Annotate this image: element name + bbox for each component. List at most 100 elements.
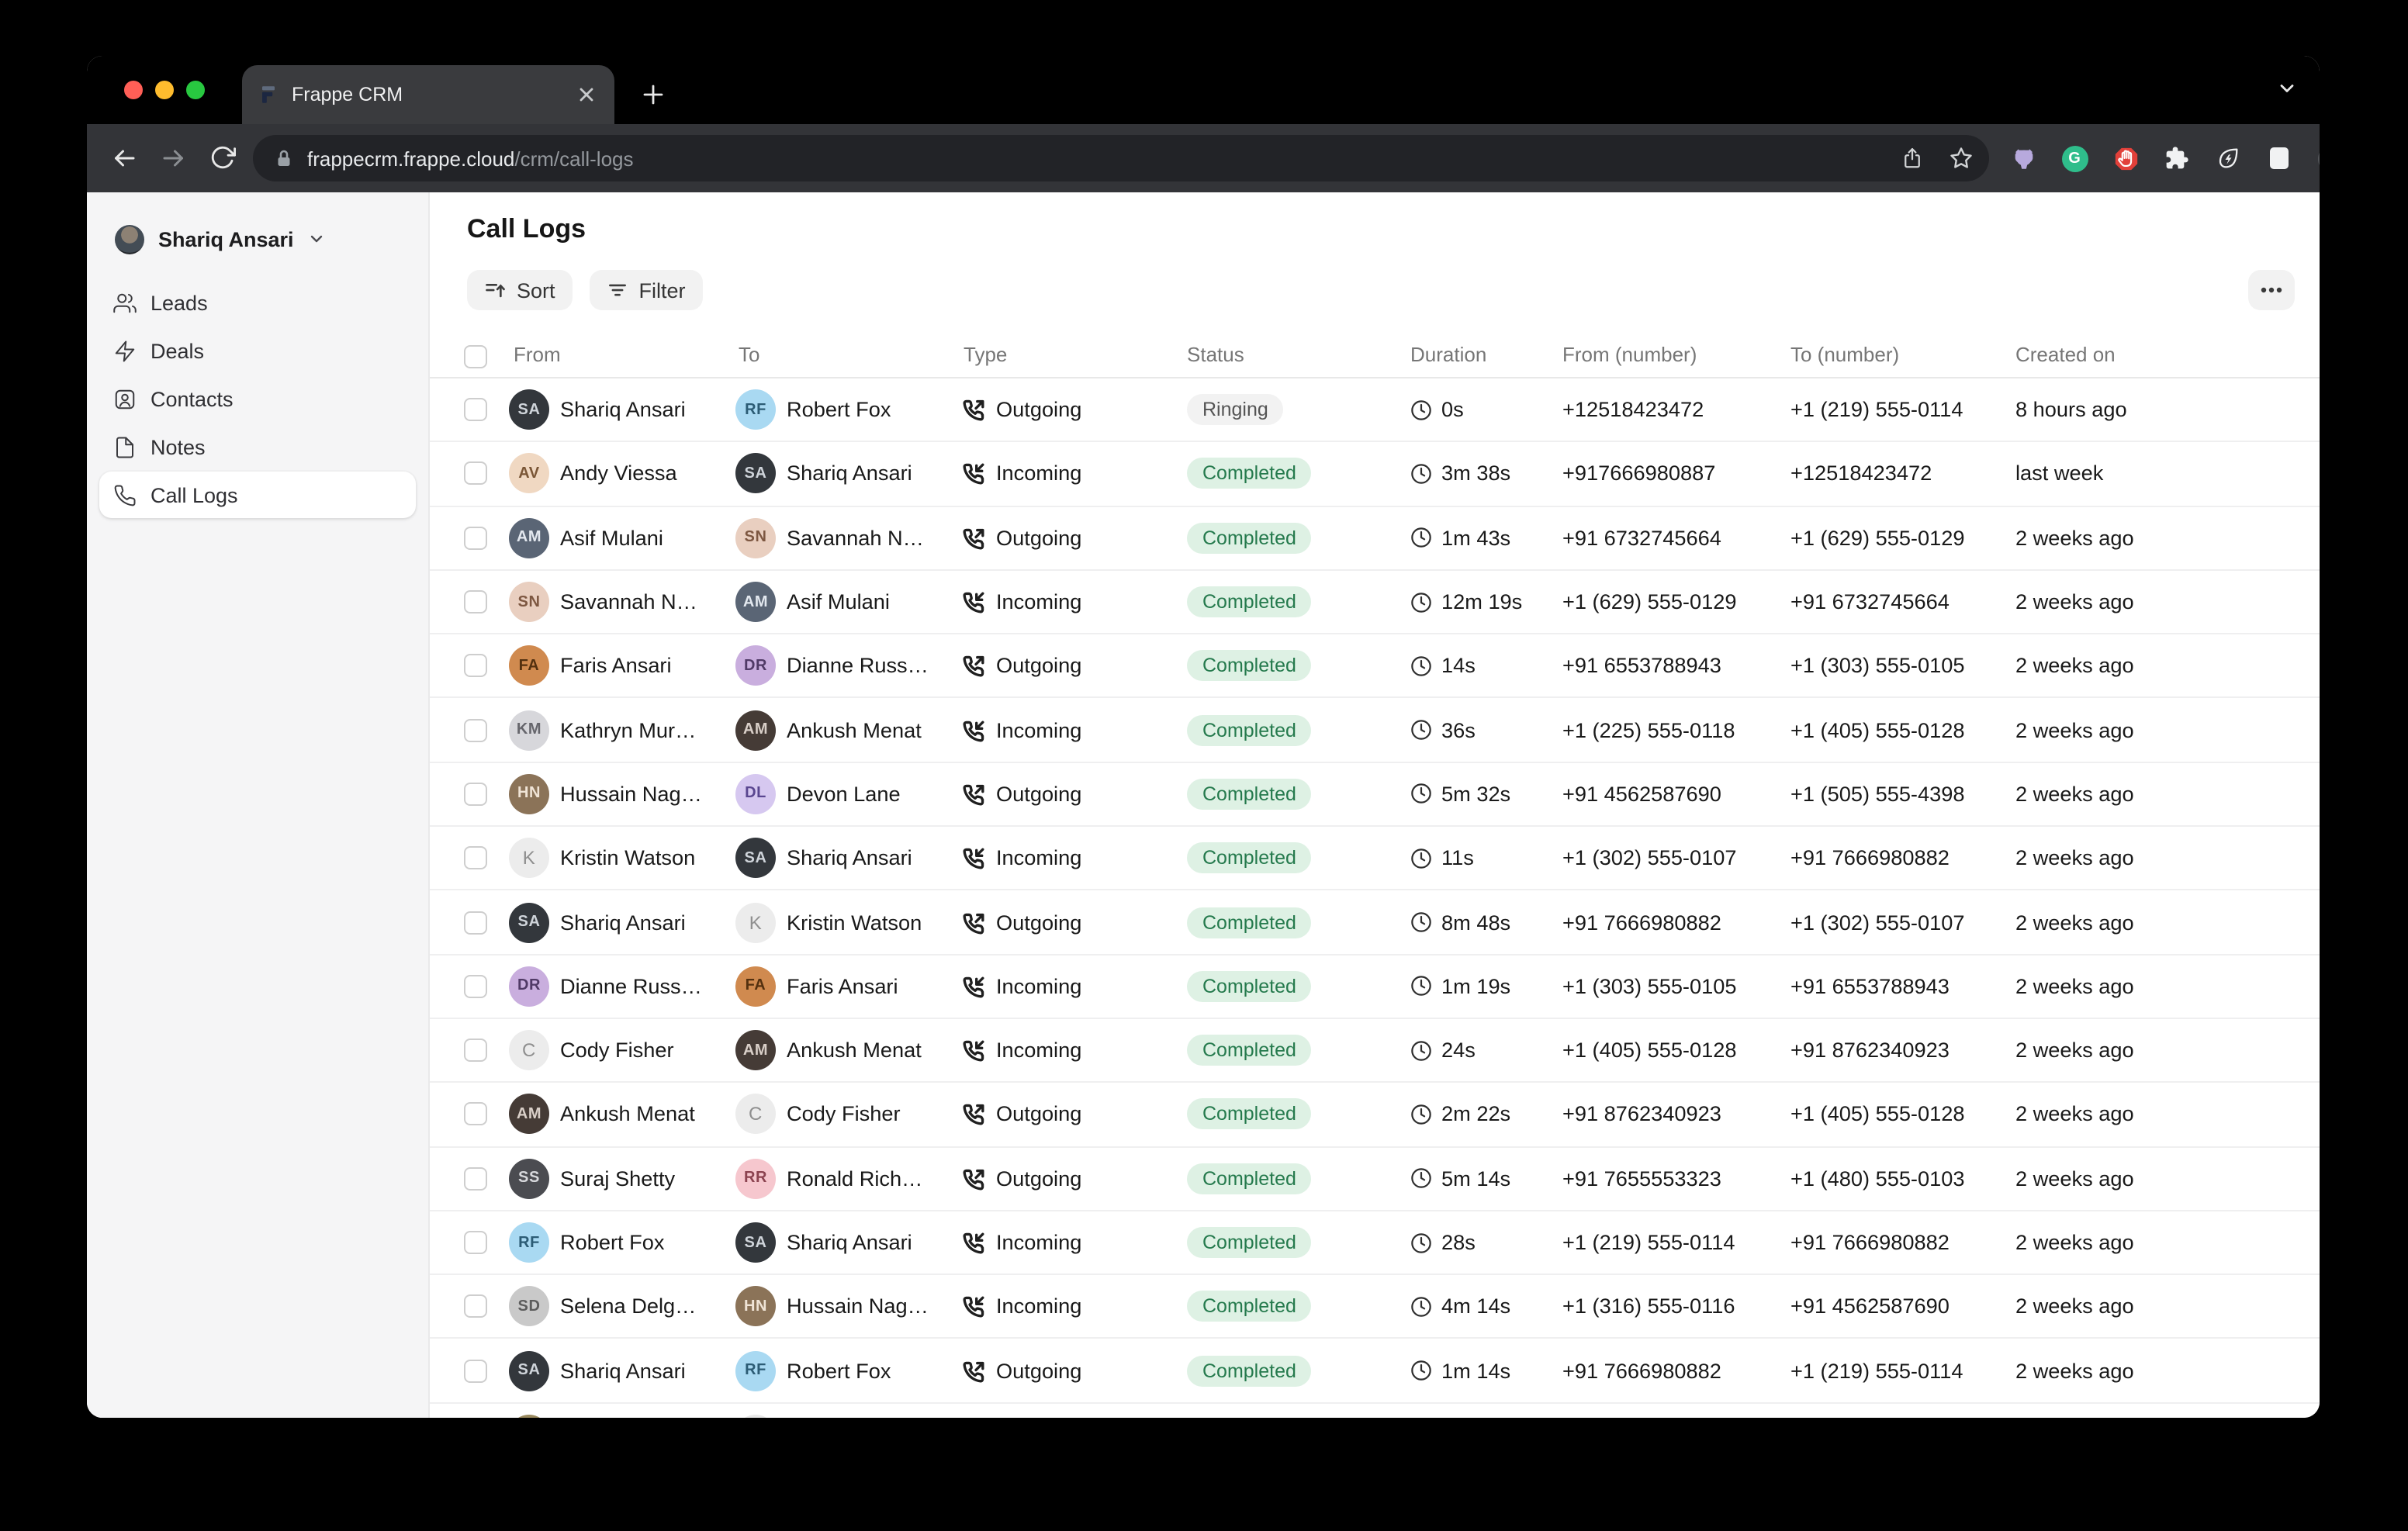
back-icon[interactable] [110,144,138,172]
row-checkbox[interactable] [464,1039,487,1062]
reload-icon[interactable] [209,144,237,172]
to-avatar: HN [735,1287,776,1327]
sidebar-item-deals[interactable]: Deals [99,327,416,374]
table-row[interactable]: AV Andy Viessa SA Shariq Ansari Incoming… [430,443,2320,507]
created-on: 2 weeks ago [2015,718,2134,741]
to-name: Ankush Menat [787,718,922,741]
profile-avatar[interactable] [2315,143,2320,174]
tab-title: Frappe CRM [292,84,562,105]
clock-icon [1410,399,1432,420]
to-number: +1 (303) 555-0105 [1790,655,1965,678]
browser-tab[interactable]: Frappe CRM [242,65,614,124]
row-checkbox[interactable] [464,526,487,549]
to-number: +1 (405) 555-0128 [1790,718,1965,741]
row-checkbox[interactable] [464,846,487,869]
call-duration: 14s [1410,655,1476,678]
table-row[interactable]: SA Shariq Ansari RF Robert Fox Outgoing … [430,378,2320,443]
from-name: Andy Viessa [560,462,677,486]
table-row[interactable]: AM Ankush Menat C Cody Fisher Outgoing C… [430,1083,2320,1148]
call-status: Ringing [1187,394,1284,425]
row-checkbox[interactable] [464,1295,487,1318]
bookmark-star-icon[interactable] [1949,146,1974,171]
leaf-extension-icon[interactable] [2213,143,2244,174]
tab-search-chevron-icon[interactable] [2276,78,2298,99]
kebab-horizontal-icon [2261,287,2282,293]
chevron-down-icon [308,230,327,248]
more-options-button[interactable] [2248,270,2295,310]
call-logs-icon [113,483,137,506]
adblock-extension-icon[interactable] [2110,143,2141,174]
table-row[interactable]: KM Kathryn Mur… AM Ankush Menat Incoming… [430,699,2320,763]
sidebar-item-contacts[interactable]: Contacts [99,375,416,422]
forward-icon[interactable] [160,144,188,172]
row-checkbox[interactable] [464,462,487,486]
row-checkbox[interactable] [464,1103,487,1126]
actions-bar: Sort Filter [467,270,703,310]
table-row[interactable]: HN Hussain Nag… DL Devon Lane Outgoing C… [430,763,2320,828]
row-checkbox[interactable] [464,655,487,678]
from-number: +91 4562587690 [1562,783,1721,806]
sort-button[interactable]: Sort [467,270,573,310]
to-number: +91 7666980882 [1790,1231,1950,1254]
table-row[interactable]: C Cody Fisher AM Ankush Menat Incoming C… [430,1019,2320,1083]
table-row[interactable]: SS Suraj Shetty RR Ronald Rich… Outgoing… [430,1147,2320,1211]
row-checkbox[interactable] [464,1166,487,1190]
call-type: Outgoing [962,911,1081,934]
table-row[interactable]: DR Dianne Russ… FA Faris Ansari Incoming… [430,955,2320,1019]
clock-icon [1410,911,1432,933]
row-checkbox[interactable] [464,1231,487,1254]
filter-icon [607,279,628,301]
share-icon[interactable] [1901,146,1924,171]
row-checkbox[interactable] [464,718,487,741]
new-tab-icon[interactable] [633,74,673,115]
call-duration: 2m 22s [1410,1103,1510,1126]
traffic-light-minimize-button[interactable] [155,81,174,99]
call-status: Completed [1187,522,1312,553]
table-row[interactable]: SN Savannah N… AM Asif Mulani Incoming C… [430,571,2320,635]
to-number: +1 (505) 555-4398 [1790,783,1965,806]
grammarly-extension-icon[interactable]: G [2059,143,2090,174]
column-header-status: Status [1187,343,1244,366]
call-type: Outgoing [962,1166,1081,1190]
table-row[interactable]: AM Asif Mulani SN Savannah N… Outgoing C… [430,506,2320,571]
row-checkbox[interactable] [464,590,487,613]
row-checkbox[interactable] [464,975,487,998]
from-avatar: SA [509,389,549,430]
to-number: +91 6553788943 [1790,975,1950,998]
sidebar-nav: LeadsDealsContactsNotesCall Logs [99,279,416,518]
traffic-light-close-button[interactable] [124,81,143,99]
clock-icon [1410,463,1432,485]
sidebar-item-leads[interactable]: Leads [99,279,416,326]
table-row[interactable]: RF Robert Fox SA Shariq Ansari Incoming … [430,1211,2320,1276]
filter-button[interactable]: Filter [590,270,703,310]
to-name: Shariq Ansari [787,846,912,869]
table-row[interactable]: K Kristin Watson SA Shariq Ansari Incomi… [430,827,2320,891]
created-on: 2 weeks ago [2015,526,2134,549]
status-badge: Completed [1187,1035,1312,1066]
tab-close-icon[interactable] [574,82,599,107]
extensions-puzzle-icon[interactable] [2161,143,2192,174]
user-menu[interactable]: Shariq Ansari [115,217,413,261]
to-avatar: RF [735,389,776,430]
table-row[interactable]: SD Selena Delg… HN Hussain Nag… Incoming… [430,1275,2320,1339]
row-checkbox[interactable] [464,911,487,934]
call-type: Outgoing [962,398,1081,421]
call-type: Outgoing [962,526,1081,549]
column-header-to-number: To (number) [1790,343,1899,366]
traffic-light-zoom-button[interactable] [186,81,205,99]
select-all-checkbox[interactable] [464,345,487,368]
table-row[interactable]: SA Shariq Ansari K Kristin Watson Outgoi… [430,891,2320,956]
sidebar-item-call-logs[interactable]: Call Logs [99,472,416,518]
row-checkbox[interactable] [464,783,487,806]
table-row-partial[interactable] [430,1404,2320,1419]
url-bar[interactable]: frappecrm.frappe.cloud/crm/call-logs [253,135,1989,181]
row-checkbox[interactable] [464,398,487,421]
to-number: +1 (629) 555-0129 [1790,526,1965,549]
table-row[interactable]: SA Shariq Ansari RF Robert Fox Outgoing … [430,1339,2320,1404]
github-extension-icon[interactable] [2008,143,2039,174]
table-row[interactable]: FA Faris Ansari DR Dianne Russ… Outgoing… [430,634,2320,699]
sidebar-item-notes[interactable]: Notes [99,423,416,470]
outgoing-call-icon [962,783,985,806]
row-checkbox[interactable] [464,1359,487,1382]
side-panel-icon[interactable] [2264,143,2295,174]
